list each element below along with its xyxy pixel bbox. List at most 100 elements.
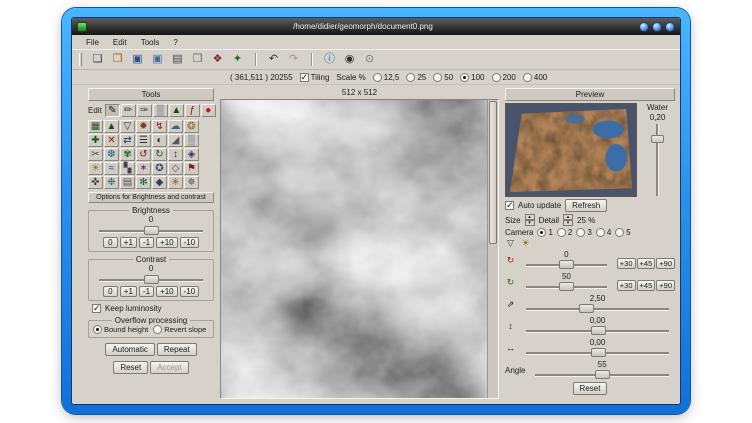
- organic-tool-icon[interactable]: ✾: [120, 148, 135, 161]
- maximize-button[interactable]: [652, 22, 662, 32]
- water-slider[interactable]: [651, 123, 664, 197]
- valley-tool-icon[interactable]: ▽: [120, 120, 135, 133]
- settings-icon[interactable]: ✦: [229, 51, 246, 68]
- spin-down-icon[interactable]: [563, 220, 573, 226]
- info-icon[interactable]: ⓘ: [321, 51, 338, 68]
- diamond-tool-icon[interactable]: ◇: [168, 162, 183, 175]
- app-icon[interactable]: [77, 22, 87, 32]
- rotate-y-plus-30-button[interactable]: +30: [617, 258, 636, 269]
- scale-option-400[interactable]: 400: [523, 73, 547, 82]
- brightness-plus-10-button[interactable]: +10: [156, 237, 178, 248]
- detail-spinner[interactable]: [563, 214, 573, 226]
- new-document-icon[interactable]: ❏: [89, 51, 106, 68]
- scale-option-25[interactable]: 25: [406, 73, 426, 82]
- toolbar-grip[interactable]: [79, 53, 82, 66]
- noise-brush-tool-icon[interactable]: ▒: [153, 104, 168, 117]
- camera-option-4[interactable]: 4: [596, 228, 611, 237]
- slider-thumb[interactable]: [591, 348, 606, 357]
- scale-option-50[interactable]: 50: [433, 73, 453, 82]
- slider-thumb[interactable]: [579, 304, 594, 313]
- scale-option-12-5[interactable]: 12,5: [373, 73, 400, 82]
- slider-thumb[interactable]: [559, 260, 574, 269]
- swap-tool-icon[interactable]: ⇄: [120, 134, 135, 147]
- star-tool-icon[interactable]: ✶: [136, 162, 151, 175]
- save-icon[interactable]: ▣: [129, 51, 146, 68]
- preview-reset-button[interactable]: Reset: [573, 382, 608, 395]
- contrast-set-0-button[interactable]: 0: [103, 286, 118, 297]
- tiling-checkbox[interactable]: [300, 73, 309, 82]
- distance-icon[interactable]: ⇗: [505, 300, 516, 309]
- refresh-button[interactable]: Refresh: [565, 199, 607, 212]
- export-icon[interactable]: ❒: [189, 51, 206, 68]
- record-tool-icon[interactable]: ●: [201, 104, 216, 117]
- brightness-slider[interactable]: [99, 226, 203, 235]
- pen-tool-icon[interactable]: ✏: [121, 104, 136, 117]
- save-as-icon[interactable]: ▣: [149, 51, 166, 68]
- menu-item[interactable]: Edit: [107, 37, 133, 48]
- burst-tool-icon[interactable]: ✵: [184, 176, 199, 189]
- flag-tool-icon[interactable]: ⚑: [184, 162, 199, 175]
- slider-thumb[interactable]: [595, 370, 610, 379]
- rotate-right-tool-icon[interactable]: ↻: [152, 148, 167, 161]
- rotate-x-icon[interactable]: ↻: [505, 278, 516, 287]
- redo-icon[interactable]: ↷: [285, 51, 302, 68]
- automatic-button[interactable]: Automatic: [105, 343, 155, 356]
- solid-tool-icon[interactable]: ◆: [152, 176, 167, 189]
- brightness-plus-1-button[interactable]: +1: [120, 237, 137, 248]
- print-icon[interactable]: ▤: [169, 51, 186, 68]
- slope-tool-icon[interactable]: ◢: [168, 134, 183, 147]
- pan-icon[interactable]: ↔: [505, 344, 516, 353]
- contrast-plus-10-button[interactable]: +10: [156, 286, 178, 297]
- contrast-minus-10-button[interactable]: -10: [180, 286, 200, 297]
- pan-slider[interactable]: [526, 348, 669, 357]
- menu-item[interactable]: ?: [167, 37, 183, 48]
- checker-tool-icon[interactable]: ▚: [120, 162, 135, 175]
- rotate-x-slider[interactable]: [526, 282, 607, 291]
- mesh-view-icon[interactable]: ▽: [505, 239, 516, 248]
- scale-option-200[interactable]: 200: [492, 73, 516, 82]
- rotate-y-slider[interactable]: [526, 260, 607, 269]
- repeat-button[interactable]: Repeat: [157, 343, 197, 356]
- pencil-tool-icon[interactable]: ✎: [105, 104, 120, 117]
- snapshot-icon[interactable]: ◉: [341, 51, 358, 68]
- scale-option-100[interactable]: 100: [460, 73, 484, 82]
- size-spinner[interactable]: [525, 214, 535, 226]
- slider-thumb[interactable]: [591, 326, 606, 335]
- keep-luminosity-toggle[interactable]: Keep luminosity: [88, 304, 214, 313]
- subdivide-tool-icon[interactable]: ▦: [88, 120, 103, 133]
- crater-tool-icon[interactable]: ✹: [136, 120, 151, 133]
- cut-tool-icon[interactable]: ✂: [88, 148, 103, 161]
- scrollbar-thumb[interactable]: [489, 101, 497, 244]
- brightness-minus-10-button[interactable]: -10: [180, 237, 200, 248]
- terrain-brush-tool-icon[interactable]: ▲: [169, 104, 184, 117]
- fault-tool-icon[interactable]: ↯: [152, 120, 167, 133]
- contrast-slider[interactable]: [99, 275, 203, 284]
- rotate-x-plus-90-button[interactable]: +90: [656, 280, 675, 291]
- glow-tool-icon[interactable]: ❂: [184, 120, 199, 133]
- rotate-y-icon[interactable]: ↻: [505, 256, 516, 265]
- bound-height-option[interactable]: Bound height: [93, 325, 148, 334]
- rotate-y-plus-90-button[interactable]: +90: [656, 258, 675, 269]
- preview-3d-view[interactable]: [505, 103, 637, 197]
- rotate-x-plus-30-button[interactable]: +30: [617, 280, 636, 291]
- layers-tool-icon[interactable]: ☰: [136, 134, 151, 147]
- close-button[interactable]: [665, 22, 675, 32]
- noise-tool-icon[interactable]: ▒: [184, 134, 199, 147]
- function-tool-icon[interactable]: ƒ: [185, 104, 200, 117]
- camera-option-5[interactable]: 5: [615, 228, 630, 237]
- mountain-tool-icon[interactable]: ▲: [104, 120, 119, 133]
- brightness-minus-1-button[interactable]: -1: [139, 237, 154, 248]
- brightness-set-0-button[interactable]: 0: [103, 237, 118, 248]
- gem-tool-icon[interactable]: ◈: [184, 148, 199, 161]
- snow-tool-icon[interactable]: ❆: [104, 148, 119, 161]
- height-icon[interactable]: ↕: [505, 322, 516, 331]
- heightmap-canvas[interactable]: [221, 100, 487, 398]
- open-icon[interactable]: ❐: [109, 51, 126, 68]
- undo-icon[interactable]: ↶: [265, 51, 282, 68]
- contrast-tool-icon[interactable]: ◐: [152, 134, 167, 147]
- light-icon[interactable]: ☀: [520, 239, 531, 248]
- minimize-button[interactable]: [639, 22, 649, 32]
- contrast-minus-1-button[interactable]: -1: [139, 286, 154, 297]
- spin-down-icon[interactable]: [525, 220, 535, 226]
- camera-option-3[interactable]: 3: [576, 228, 591, 237]
